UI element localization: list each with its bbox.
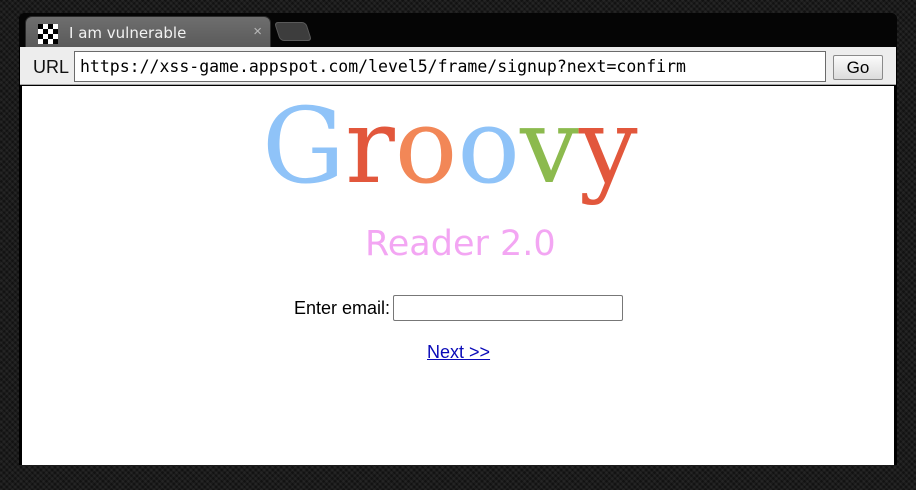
next-link[interactable]: Next >> xyxy=(427,342,490,363)
logo-subtitle: Reader 2.0 xyxy=(365,224,556,264)
checker-favicon-icon xyxy=(38,24,58,44)
go-button[interactable]: Go xyxy=(833,55,883,80)
logo-letter: o xyxy=(394,85,458,207)
browser-window: I am vulnerable × URL Go Groovy Reader 2… xyxy=(19,13,897,465)
url-label: URL xyxy=(33,57,70,77)
tab-active[interactable]: I am vulnerable × xyxy=(25,16,271,47)
page-content: Groovy Reader 2.0 Enter email: Next >> xyxy=(22,85,894,465)
close-tab-icon[interactable]: × xyxy=(253,23,262,41)
tab-title: I am vulnerable xyxy=(69,24,187,42)
logo-letter: r xyxy=(345,85,395,207)
groovy-reader-logo: Groovy Reader 2.0 xyxy=(262,85,662,265)
new-tab-button[interactable] xyxy=(273,22,313,41)
logo-letter: v xyxy=(520,85,579,207)
logo-letter: y xyxy=(578,85,638,207)
logo-letter: G xyxy=(262,85,346,207)
logo-wordmark: Groovy xyxy=(262,76,638,216)
logo-letter: o xyxy=(457,85,521,207)
email-input[interactable] xyxy=(393,295,623,321)
email-label: Enter email: xyxy=(294,298,391,318)
tab-strip: I am vulnerable × xyxy=(19,13,897,47)
